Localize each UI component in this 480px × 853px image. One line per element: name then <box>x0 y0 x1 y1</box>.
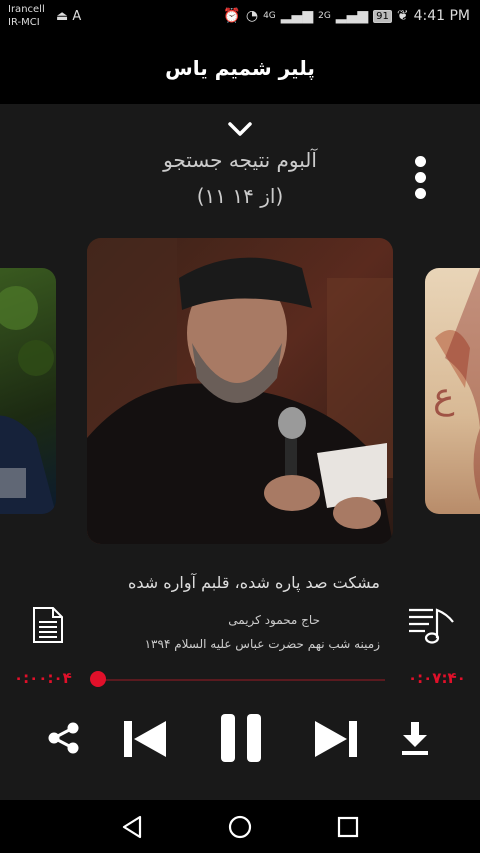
track-title: مشکت صد پاره شده، قلبم آواره شده <box>127 573 380 592</box>
skip-next-icon[interactable] <box>313 719 359 759</box>
recents-icon[interactable] <box>335 814 361 840</box>
elapsed-time: ۰:۰۰:۰۴ <box>14 669 72 687</box>
battery-indicator: 91 <box>373 9 392 23</box>
share-icon[interactable] <box>46 720 82 756</box>
chevron-down-icon[interactable] <box>225 118 255 142</box>
artist-name: حاج محمود کریمی <box>228 613 320 627</box>
system-nav-bar <box>0 800 480 853</box>
status-bar: Irancell IR-MCI ⏏ A ⏰ ◔ 4G ▂▄▆ 2G ▂▄▆ 91… <box>0 0 480 34</box>
app-bar: پلیر شمیم یاس <box>0 34 480 104</box>
seek-bar-thumb[interactable] <box>89 671 106 687</box>
status-right-group: ⏰ ◔ 4G ▂▄▆ 2G ▂▄▆ 91 ❦ 4:41 PM <box>223 8 470 24</box>
status-left-icons: ⏏ A <box>56 9 82 24</box>
home-icon[interactable] <box>227 814 253 840</box>
album-art-next[interactable]: ع <box>425 268 480 514</box>
alarm-icon: ⏰ <box>223 8 241 24</box>
signal-icon-2: ▂▄▆ <box>335 8 369 24</box>
player-panel: آلبوم نتیجه جستجو (۱۱ از ۱۴) ع مشکت صد پ… <box>0 104 480 800</box>
playlist-icon[interactable] <box>407 606 457 644</box>
pause-icon[interactable] <box>219 712 263 764</box>
signal-icon: ▂▄▆ <box>280 8 314 24</box>
track-subtitle: زمینه شب نهم حضرت عباس علیه السلام ۱۳۹۴ <box>144 637 380 651</box>
album-count: (۱۱ از ۱۴) <box>196 184 284 208</box>
document-icon[interactable] <box>31 606 65 644</box>
album-art-next-image: ع <box>433 268 480 501</box>
svg-text:ع: ع <box>433 376 455 417</box>
album-title: آلبوم نتیجه جستجو <box>163 148 317 172</box>
album-art-current-image <box>87 238 393 544</box>
more-vertical-icon[interactable] <box>410 156 430 202</box>
network-label-2: 2G <box>318 11 331 21</box>
seek-bar-track[interactable] <box>95 679 385 681</box>
total-duration: ۰:۰۷:۴۰ <box>408 669 466 687</box>
wifi-icon: ◔ <box>245 8 259 24</box>
album-art-current[interactable] <box>87 238 393 544</box>
network-label: 4G <box>263 11 276 21</box>
download-icon[interactable] <box>400 720 430 756</box>
clock: 4:41 PM <box>413 8 470 24</box>
album-art-previous[interactable] <box>0 268 56 514</box>
carrier-label: Irancell IR-MCI <box>8 4 45 28</box>
skip-previous-icon[interactable] <box>122 719 168 759</box>
app-title: پلیر شمیم یاس <box>165 56 315 80</box>
album-art-previous-image <box>0 286 56 514</box>
back-icon[interactable] <box>120 814 146 840</box>
leaf-icon: ❦ <box>396 8 409 24</box>
